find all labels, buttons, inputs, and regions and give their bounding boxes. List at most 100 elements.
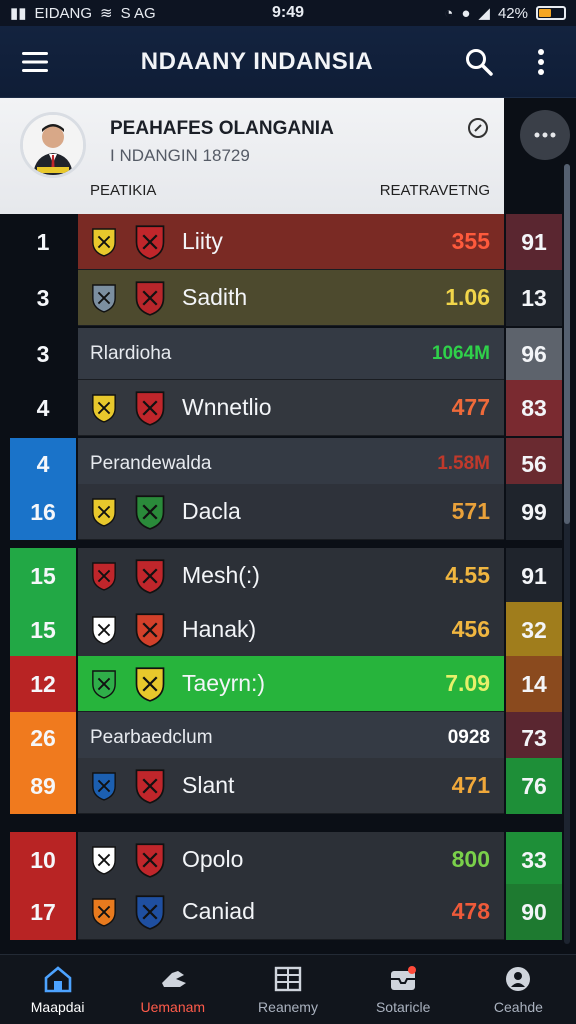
rank-cell: 10 <box>10 832 76 888</box>
side-value: 76 <box>506 758 562 814</box>
team-cell[interactable]: Dacla 571 <box>78 484 504 540</box>
side-value: 32 <box>506 602 562 658</box>
table-row[interactable]: 17 Caniad 478 90 <box>0 884 576 940</box>
content-area: PEAHAFES OLANGANIA I NDANGIN 18729 PEATI… <box>0 98 576 954</box>
team-value: 478 <box>451 898 490 924</box>
team-name: Liity <box>182 228 223 254</box>
rank-cell: 89 <box>10 758 76 814</box>
club-badge-icon <box>132 494 168 530</box>
side-value: 56 <box>506 438 562 490</box>
side-value: 99 <box>506 484 562 540</box>
club-crest-icon <box>90 844 118 876</box>
club-crest-icon <box>90 896 118 928</box>
status-extra: S AG <box>120 4 156 22</box>
table-row[interactable]: 15 Hanak) 456 32 <box>0 602 576 658</box>
app-title: NDAANY INDANSIA <box>140 47 374 75</box>
club-crest-icon <box>90 770 118 802</box>
profile-name: PEAHAFES OLANGANIA <box>110 118 334 139</box>
more-vertical-icon[interactable] <box>524 45 558 79</box>
bottom-navigation: Maapdai Uemanam Reanemy Sotaricle Ceahde <box>0 954 576 1024</box>
club-crest-icon <box>90 668 118 700</box>
team-cell[interactable]: Slant 471 <box>78 758 504 814</box>
carrier-label: EIDANG <box>34 4 93 22</box>
rank-cell: 3 <box>10 270 76 326</box>
table-row[interactable]: 12 Taeyrn:) 7.09 14 <box>0 656 576 712</box>
team-value: 456 <box>451 616 490 642</box>
column-heading-left: PEATIKIA <box>90 182 157 199</box>
nav-item-shoe[interactable]: Uemanam <box>115 955 230 1024</box>
clock: 9:49 <box>271 4 305 21</box>
group-header-row[interactable]: 4 Perandewalda 1.58M 56 <box>0 438 576 490</box>
home-icon <box>44 965 71 992</box>
signal-icon: ▮▮ <box>10 5 27 22</box>
team-cell[interactable]: Mesh(:) 4.55 <box>78 548 504 604</box>
table-row[interactable]: 89 Slant 471 76 <box>0 758 576 814</box>
table-row[interactable]: 4 Wnnetlio 477 83 <box>0 380 576 436</box>
more-horizontal-icon[interactable] <box>520 110 570 160</box>
rank-cell: 16 <box>10 484 76 540</box>
side-value: 33 <box>506 832 562 888</box>
group-value: 1.58M <box>437 452 490 474</box>
team-cell[interactable]: Taeyrn:) 7.09 <box>78 656 504 712</box>
club-crest-icon <box>90 614 118 646</box>
table-row[interactable]: 16 Dacla 571 99 <box>0 484 576 540</box>
rank-cell: 17 <box>10 884 76 940</box>
team-cell[interactable]: Wnnetlio 477 <box>78 380 504 436</box>
group-title: Pearbaedclum <box>90 726 213 748</box>
team-value: 4.55 <box>445 562 490 588</box>
team-cell[interactable]: Sadith 1.06 <box>78 270 504 326</box>
profile-card[interactable]: PEAHAFES OLANGANIA I NDANGIN 18729 PEATI… <box>0 98 504 214</box>
team-value: 7.09 <box>445 670 490 696</box>
group-cell[interactable]: Rlardioha 1064M <box>78 328 504 380</box>
search-icon[interactable] <box>462 45 496 79</box>
group-header-row[interactable]: 3 Rlardioha 1064M 96 <box>0 328 576 380</box>
team-name: Mesh(:) <box>182 562 260 588</box>
nav-item-inbox[interactable]: Sotaricle <box>346 955 461 1024</box>
team-value: 355 <box>451 228 490 254</box>
side-value: 91 <box>506 548 562 604</box>
club-crest-icon <box>90 496 118 528</box>
nav-item-home[interactable]: Maapdai <box>0 955 115 1024</box>
nav-label-home: Maapdai <box>30 998 85 1015</box>
team-name: Hanak) <box>182 616 257 642</box>
team-cell[interactable]: Caniad 478 <box>78 884 504 940</box>
table-row[interactable]: 3 Sadith 1.06 13 <box>0 270 576 326</box>
nav-item-grid[interactable]: Reanemy <box>230 955 345 1024</box>
team-name: Slant <box>182 772 235 798</box>
avatar[interactable] <box>20 112 86 178</box>
club-badge-icon <box>132 224 168 260</box>
group-cell[interactable]: Pearbaedclum 0928 <box>78 712 504 764</box>
table-row[interactable]: 10 Opolo 800 33 <box>0 832 576 888</box>
table-row[interactable]: 15 Mesh(:) 4.55 91 <box>0 548 576 604</box>
group-header-row[interactable]: 26 Pearbaedclum 0928 73 <box>0 712 576 764</box>
rank-cell: 26 <box>10 712 76 764</box>
battery-percent: 42% <box>497 4 528 22</box>
column-heading-right: REATRAVETNG <box>379 182 490 199</box>
compass-icon[interactable] <box>466 116 490 140</box>
group-cell[interactable]: Perandewalda 1.58M <box>78 438 504 490</box>
profile-subtitle: I NDANGIN 18729 <box>110 146 250 165</box>
club-badge-icon <box>132 666 168 702</box>
rank-cell: 1 <box>10 214 76 270</box>
team-cell[interactable]: Opolo 800 <box>78 832 504 888</box>
menu-icon[interactable] <box>18 45 52 79</box>
side-value: 91 <box>506 214 562 270</box>
club-badge-icon <box>132 612 168 648</box>
team-cell[interactable]: Liity 355 <box>78 214 504 270</box>
battery-icon <box>536 6 566 20</box>
side-value: 13 <box>506 270 562 326</box>
rank-cell: 15 <box>10 602 76 658</box>
nav-item-profile[interactable]: Ceahde <box>461 955 576 1024</box>
side-value: 14 <box>506 656 562 712</box>
rank-cell: 4 <box>10 438 76 490</box>
status-bar: ▮▮ EIDANG ≋ S AG 9:49 ◔ ● ◢ 42% <box>0 0 576 26</box>
team-cell[interactable]: Hanak) 456 <box>78 602 504 658</box>
side-value: 90 <box>506 884 562 940</box>
team-name: Dacla <box>182 498 241 524</box>
network-icon: ◢ <box>478 5 490 22</box>
table-row[interactable]: 1 Liity 355 91 <box>0 214 576 270</box>
team-value: 1.06 <box>445 284 490 310</box>
club-crest-icon <box>90 226 118 258</box>
team-value: 477 <box>451 394 490 420</box>
nav-label-inbox: Sotaricle <box>375 998 431 1015</box>
